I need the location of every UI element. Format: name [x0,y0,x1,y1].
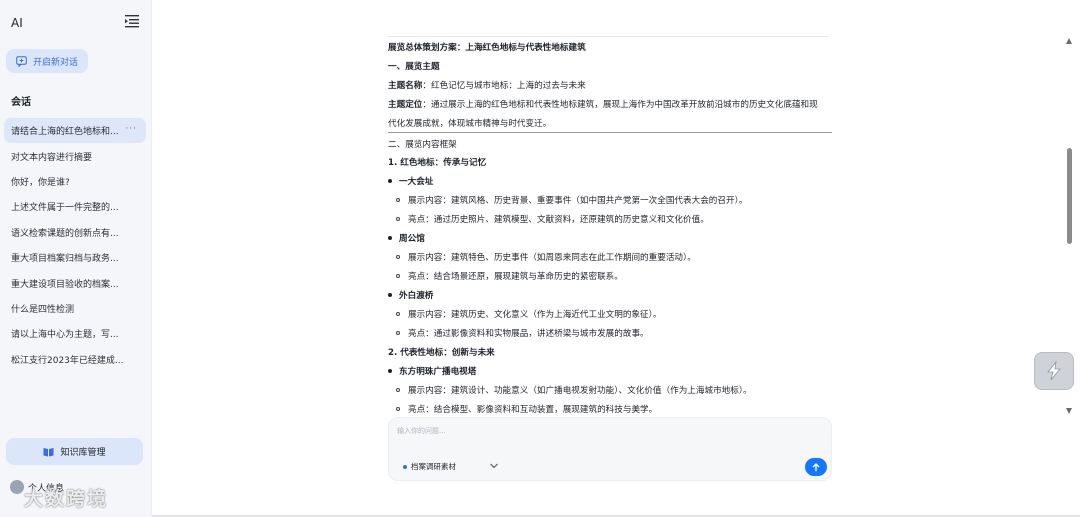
field-label: 主题定位 [388,100,423,110]
list-item: 展示内容：建筑特色、历史事件（如周恩来同志在此工作期间的重要活动）。 [396,251,696,263]
doc-title: 展览总体策划方案：上海红色地标与代表性地标建筑 [388,43,586,53]
list-item-text: 亮点：通过影像资料和实物展品，讲述桥梁与城市发展的故事。 [408,329,649,339]
circle-bullet-icon [396,216,400,221]
divider [388,36,828,37]
divider [388,132,832,133]
send-button[interactable] [805,458,827,476]
list-item: 展示内容：建筑历史、文化意义（作为上海近代工业文明的象征）。 [396,308,662,320]
list-item-text: 亮点：结合场景还原，展现建筑与革命历史的紧密联系。 [408,272,623,282]
list-item: 展示内容：建筑设计、功能意义（如广播电视发射功能）、文化价值（作为上海城市地标）… [396,384,752,396]
chat-main: 展览总体策划方案：上海红色地标与代表性地标建筑 一、展览主题 主题名称：红色记忆… [152,0,1080,517]
arrow-up-icon [812,462,820,471]
book-icon [43,447,54,456]
circle-bullet-icon [396,273,400,278]
bullet-icon [388,292,392,297]
source-dot-icon [403,464,407,469]
subsection-heading: 1. 红色地标：传承与记忆 [388,158,487,168]
field-value: ：通过展示上海的红色地标和代表性地标建筑，展现上海作为中国改革开放前沿城市的历史… [422,100,818,110]
lightning-logo-icon [1047,360,1061,381]
source-label: 档案调研素材 [411,462,456,471]
circle-bullet-icon [396,254,400,259]
conversation-title: 对文本内容进行摘要 [11,152,93,163]
list-item-text: 展示内容：建筑设计、功能意义（如广播电视发射功能）、文化价值（作为上海城市地标）… [408,386,752,396]
conversation-title: 请以上海中心为主题，写... [11,330,119,341]
list-item-label: 一大会址 [399,177,434,187]
conversation-item[interactable]: 请以上海中心为主题，写... [4,321,146,346]
conversation-item[interactable]: 重大建设项目验收的档案... [4,270,146,295]
section-heading: 二、展览内容框架 [388,140,457,150]
conversation-title: 重大建设项目验收的档案... [11,279,119,290]
avatar [10,480,24,494]
circle-bullet-icon [396,330,400,335]
conversation-title: 上述文件属于一件完整的... [11,203,119,214]
collapse-sidebar-icon[interactable] [124,14,140,28]
conversations-heading: 会话 [11,97,31,108]
list-item-label: 周公馆 [399,234,425,244]
conversation-title: 你好，你是谁? [11,177,70,188]
circle-bullet-icon [396,387,400,392]
list-item-text: 亮点：结合模型、影像资料和互动装置，展现建筑的科技与美学。 [408,405,658,415]
scroll-up-icon[interactable] [1066,38,1072,44]
scroll-thumb[interactable] [1067,148,1072,244]
list-item: 外白渡桥 [388,289,433,301]
new-chat-button[interactable]: 开启新对话 [6,49,88,73]
list-item-text: 亮点：通过历史照片、建筑模型、文献资料，还原建筑的历史意义和文化价值。 [408,215,709,225]
conversation-item[interactable]: 请结合上海的红色地标和... ··· [4,118,146,144]
subsection-heading: 2. 代表性地标：创新与未来 [388,348,495,358]
conversation-title: 语义检索课题的创新点有... [11,228,119,239]
user-profile[interactable]: 个人信息 [10,480,64,494]
list-item: 亮点：结合场景还原，展现建筑与革命历史的紧密联系。 [396,270,623,282]
chat-input-placeholder[interactable]: 输入你的问题... [397,426,446,436]
new-chat-label: 开启新对话 [33,57,79,68]
chevron-down-icon[interactable] [489,462,499,470]
paragraph: 主题名称：红色记忆与城市地标：上海的过去与未来 [388,79,586,91]
knowledge-base-label: 知识库管理 [60,448,106,458]
chat-input-box[interactable]: 输入你的问题... 档案调研素材 [388,417,832,481]
list-item: 展示内容：建筑风格、历史背景、重要事件（如中国共产党第一次全国代表大会的召开）。 [396,194,747,206]
floating-assistant-button[interactable] [1034,352,1074,390]
bullet-icon [388,368,392,373]
bullet-icon [388,235,392,240]
app-title: AI [11,16,23,30]
conversation-title: 重大项目档案归档与政务... [11,254,119,265]
knowledge-base-button[interactable]: 知识库管理 [6,438,143,465]
paragraph: 主题定位：通过展示上海的红色地标和代表性地标建筑，展现上海作为中国改革开放前沿城… [388,98,818,110]
conversation-item[interactable]: 上述文件属于一件完整的... [4,194,146,219]
list-item: 亮点：通过历史照片、建筑模型、文献资料，还原建筑的历史意义和文化价值。 [396,213,709,225]
conversation-item[interactable]: 你好，你是谁? [4,169,146,194]
conversation-item[interactable]: 语义检索课题的创新点有... [4,220,146,245]
user-profile-label: 个人信息 [28,483,65,494]
more-options-icon[interactable]: ··· [125,124,137,134]
conversation-title: 松江支行2023年已经建成... [11,355,124,366]
paragraph-continuation: 代化发展成就，体现城市精神与时代变迁。 [388,119,552,129]
conversation-list: 请结合上海的红色地标和... ··· 对文本内容进行摘要 你好，你是谁? 上述文… [4,118,146,372]
circle-bullet-icon [396,311,400,316]
conversation-item[interactable]: 松江支行2023年已经建成... [4,347,146,372]
list-item: 周公馆 [388,232,425,244]
new-chat-icon [16,55,27,67]
source-selector[interactable]: 档案调研素材 [403,461,456,472]
circle-bullet-icon [396,197,400,202]
bullet-icon [388,178,392,183]
scroll-down-icon[interactable] [1066,408,1072,414]
list-item: 亮点：结合模型、影像资料和互动装置，展现建筑的科技与美学。 [396,403,657,415]
conversation-item[interactable]: 对文本内容进行摘要 [4,143,146,168]
list-item-label: 外白渡桥 [399,291,434,301]
list-item-text: 展示内容：建筑特色、历史事件（如周恩来同志在此工作期间的重要活动）。 [408,253,696,263]
conversation-item[interactable]: 什么是四性检测 [4,296,146,321]
list-item: 东方明珠广播电视塔 [388,365,476,377]
field-label: 主题名称 [388,81,423,91]
conversation-item[interactable]: 重大项目档案归档与政务... [4,245,146,270]
list-item: 一大会址 [388,175,433,187]
list-item-text: 展示内容：建筑风格、历史背景、重要事件（如中国共产党第一次全国代表大会的召开）。 [408,196,748,206]
conversation-title: 请结合上海的红色地标和... [11,127,119,138]
sidebar: AI 开启新对话 会话 请结合上海的红色地标和... ··· 对文本内容进行摘要… [0,0,152,517]
list-item-text: 展示内容：建筑历史、文化意义（作为上海近代工业文明的象征）。 [408,310,662,320]
field-value: ：红色记忆与城市地标：上海的过去与未来 [422,81,586,91]
circle-bullet-icon [396,406,400,411]
list-item-label: 东方明珠广播电视塔 [399,367,477,377]
list-item: 亮点：通过影像资料和实物展品，讲述桥梁与城市发展的故事。 [396,327,649,339]
conversation-title: 什么是四性检测 [11,304,75,315]
section-heading: 一、展览主题 [388,62,440,72]
